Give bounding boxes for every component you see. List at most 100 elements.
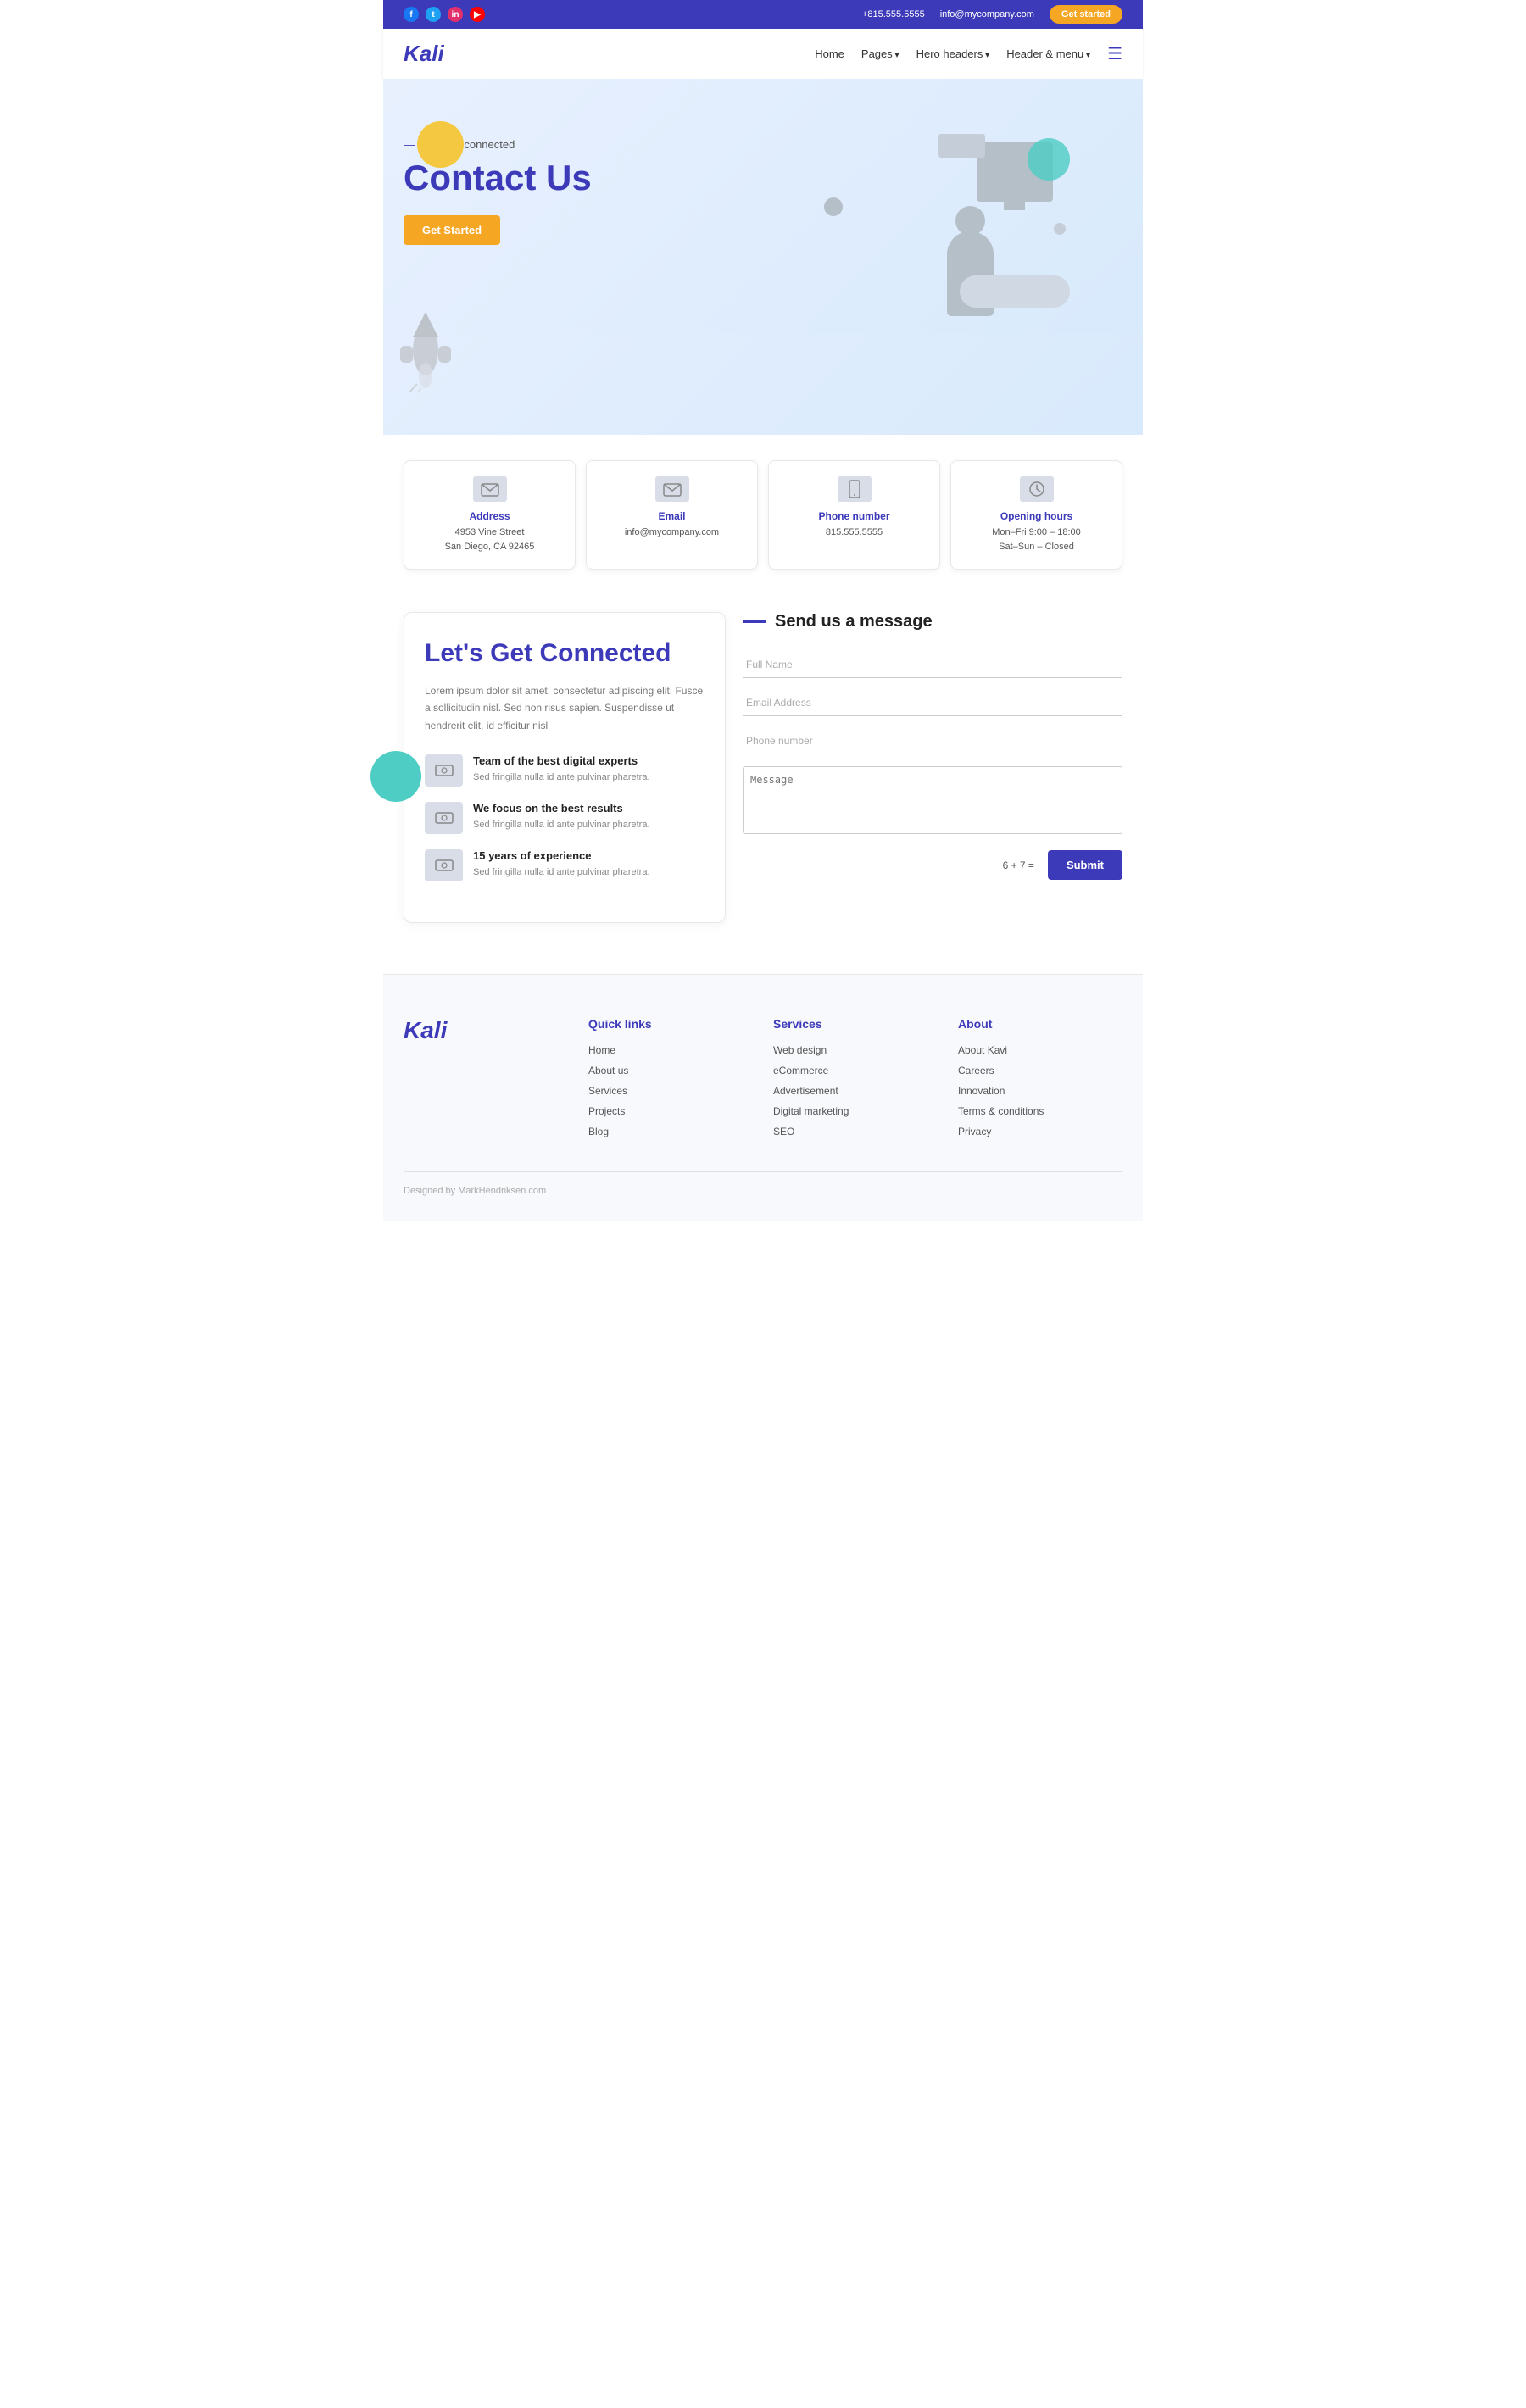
feature-2-desc: Sed fringilla nulla id ante pulvinar pha…	[473, 818, 650, 832]
footer-about-title: About	[958, 1017, 1122, 1031]
footer-link-aboutkavi[interactable]: About Kavi	[958, 1044, 1122, 1056]
nav-home[interactable]: Home	[815, 47, 844, 60]
small-circle-2	[1054, 223, 1066, 235]
feature-1: Team of the best digital experts Sed fri…	[425, 754, 705, 787]
footer-link-services[interactable]: Services	[588, 1085, 753, 1097]
top-bar-right: +815.555.5555 info@mycompany.com Get sta…	[862, 5, 1122, 24]
rocket-decoration-area	[383, 333, 1143, 384]
feature-1-desc: Sed fringilla nulla id ante pulvinar pha…	[473, 770, 650, 785]
logo[interactable]: Kali	[404, 41, 444, 67]
footer-link-careers[interactable]: Careers	[958, 1065, 1122, 1076]
feature-3-desc: Sed fringilla nulla id ante pulvinar pha…	[473, 865, 650, 880]
email-card-label: Email	[599, 510, 745, 522]
clock-icon	[1020, 476, 1054, 502]
form-header: Send us a message	[743, 612, 1122, 631]
phone-card-value: 815.555.5555	[781, 526, 927, 540]
nav-hero-headers[interactable]: Hero headers	[916, 47, 990, 60]
nav-links: Home Pages Hero headers Header & menu ☰	[815, 43, 1122, 64]
hero-cta-button[interactable]: Get Started	[404, 215, 500, 245]
main-section: Let's Get Connected Lorem ipsum dolor si…	[383, 595, 1143, 957]
person-head	[955, 206, 985, 236]
hamburger-icon[interactable]: ☰	[1107, 43, 1122, 64]
youtube-icon[interactable]: ▶	[470, 7, 485, 22]
get-started-topbar-button[interactable]: Get started	[1050, 5, 1122, 24]
phone-label: +815.555.5555	[862, 9, 925, 19]
footer-link-projects[interactable]: Projects	[588, 1105, 753, 1117]
hours-line2: Sat–Sun – Closed	[963, 540, 1110, 554]
hero-section: Let's get connected Contact Us Get Start…	[383, 79, 1143, 435]
monitor-stand	[1004, 200, 1025, 210]
footer-link-privacy[interactable]: Privacy	[958, 1126, 1122, 1137]
footer-link-terms[interactable]: Terms & conditions	[958, 1105, 1122, 1117]
footer-services-title: Services	[773, 1017, 938, 1031]
nav-pages[interactable]: Pages	[861, 47, 899, 60]
submit-button[interactable]: Submit	[1048, 850, 1122, 880]
hero-title: Contact Us	[404, 158, 763, 198]
credit-text: Designed by MarkHendriksen.com	[404, 1186, 546, 1196]
left-panel: Let's Get Connected Lorem ipsum dolor si…	[404, 612, 726, 923]
address-line1: 4953 Vine Street	[416, 526, 563, 540]
social-links: f t in ▶	[404, 7, 485, 22]
footer-services: Services Web design eCommerce Advertisem…	[773, 1017, 938, 1146]
instagram-icon[interactable]: in	[448, 7, 463, 22]
footer-link-ecommerce[interactable]: eCommerce	[773, 1065, 938, 1076]
footer-logo[interactable]: Kali	[404, 1017, 568, 1044]
float-rect	[938, 134, 985, 158]
panel-title: Let's Get Connected	[425, 638, 705, 669]
top-bar: f t in ▶ +815.555.5555 info@mycompany.co…	[383, 0, 1143, 29]
twitter-icon[interactable]: t	[426, 7, 441, 22]
hero-illustration	[763, 130, 1122, 316]
address-line2: San Diego, CA 92465	[416, 540, 563, 554]
captcha-label: 6 + 7 =	[1003, 859, 1034, 871]
full-name-group	[743, 652, 1122, 678]
form-footer: 6 + 7 = Submit	[743, 850, 1122, 880]
phone-input[interactable]	[743, 728, 1122, 754]
email-input[interactable]	[743, 690, 1122, 716]
footer-about: About About Kavi Careers Innovation Term…	[958, 1017, 1122, 1146]
footer: Kali Quick links Home About us Services …	[383, 974, 1143, 1221]
illustration-container	[816, 130, 1070, 316]
email-label: info@mycompany.com	[940, 9, 1034, 19]
message-textarea[interactable]	[743, 766, 1122, 834]
phone-group	[743, 728, 1122, 754]
nav-header-menu[interactable]: Header & menu	[1006, 47, 1090, 60]
footer-link-about[interactable]: About us	[588, 1065, 753, 1076]
rocket-icon	[392, 308, 459, 392]
teal-deco-left	[370, 751, 421, 802]
email-card: Email info@mycompany.com	[586, 460, 758, 570]
feature-3-title: 15 years of experience	[473, 849, 650, 862]
footer-link-seo[interactable]: SEO	[773, 1126, 938, 1137]
hours-line1: Mon–Fri 9:00 – 18:00	[963, 526, 1110, 540]
hours-label: Opening hours	[963, 510, 1110, 522]
panel-desc: Lorem ipsum dolor sit amet, consectetur …	[425, 682, 705, 734]
email-icon	[655, 476, 689, 502]
feature-2-title: We focus on the best results	[473, 802, 650, 815]
email-group	[743, 690, 1122, 716]
full-name-input[interactable]	[743, 652, 1122, 678]
hours-card: Opening hours Mon–Fri 9:00 – 18:00 Sat–S…	[950, 460, 1122, 570]
navbar: Kali Home Pages Hero headers Header & me…	[383, 29, 1143, 79]
footer-link-blog[interactable]: Blog	[588, 1126, 753, 1137]
phone-icon	[838, 476, 872, 502]
form-header-line	[743, 620, 766, 623]
facebook-icon[interactable]: f	[404, 7, 419, 22]
footer-link-advertisement[interactable]: Advertisement	[773, 1085, 938, 1097]
teal-deco-circle	[1028, 138, 1070, 181]
section-spacer	[383, 957, 1143, 974]
hero-yellow-circle	[417, 121, 464, 168]
phone-card-label: Phone number	[781, 510, 927, 522]
footer-link-innovation[interactable]: Innovation	[958, 1085, 1122, 1097]
feature-1-text: Team of the best digital experts Sed fri…	[473, 754, 650, 785]
footer-link-home[interactable]: Home	[588, 1044, 753, 1056]
contact-form-panel: Send us a message 6 + 7 = Submit	[743, 612, 1122, 923]
footer-link-webdesign[interactable]: Web design	[773, 1044, 938, 1056]
email-card-value: info@mycompany.com	[599, 526, 745, 540]
feature-2: We focus on the best results Sed fringil…	[425, 802, 705, 834]
hero-content-area: Let's get connected Contact Us Get Start…	[383, 79, 1143, 333]
form-title: Send us a message	[775, 612, 933, 631]
footer-link-digitalmarketing[interactable]: Digital marketing	[773, 1105, 938, 1117]
footer-quick-links-title: Quick links	[588, 1017, 753, 1031]
footer-brand: Kali	[404, 1017, 568, 1146]
footer-credit: Designed by MarkHendriksen.com	[404, 1171, 1122, 1196]
footer-grid: Kali Quick links Home About us Services …	[404, 1017, 1122, 1146]
